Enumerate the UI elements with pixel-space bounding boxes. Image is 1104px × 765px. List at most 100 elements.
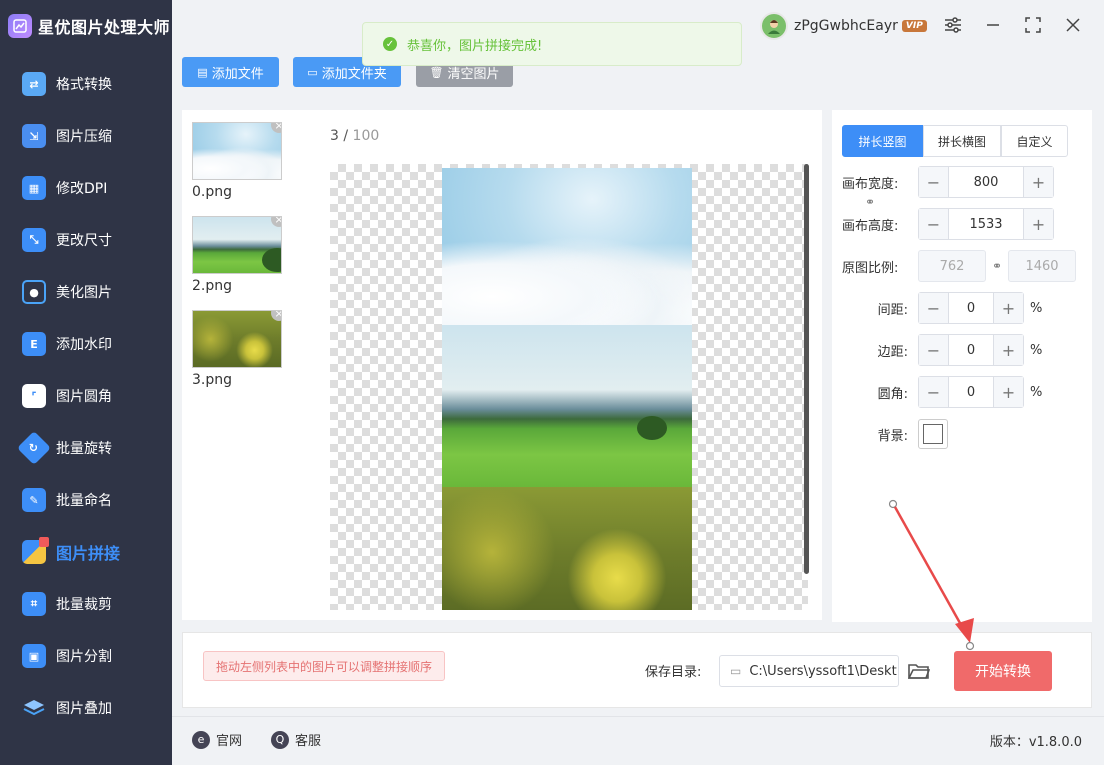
radius-row: 圆角: − 0 + % [842,376,1042,408]
stitched-preview [442,168,692,610]
website-link[interactable]: e 官网 [192,730,242,749]
increment-button[interactable]: + [1023,167,1053,197]
service-link[interactable]: Q 客服 [271,730,321,749]
file-icon: ▤ [197,65,208,79]
tab-vertical[interactable]: 拼长竖图 [842,125,923,157]
browser-icon: e [192,730,210,749]
canvas-height-row: 画布高度: − 1533 + [842,208,1054,240]
sidebar-item-beautify[interactable]: ● 美化图片 [0,266,172,318]
decrement-button[interactable]: − [919,167,949,197]
format-convert-icon: ⇄ [22,72,46,96]
sidebar-item-label: 批量裁剪 [56,597,112,613]
check-circle-icon: ✓ [383,37,397,51]
open-folder-icon[interactable] [907,659,931,683]
remove-icon[interactable]: × [271,217,281,227]
remove-icon[interactable]: × [271,123,281,133]
toast-message: 恭喜你，图片拼接完成! [407,38,543,54]
spacing-row: 间距: − 0 + % [842,292,1042,324]
tab-horizontal[interactable]: 拼长横图 [923,125,1001,157]
output-panel: 拖动左侧列表中的图片可以调整拼接顺序 保存目录: ▭ C:\Users\ysso… [182,632,1092,708]
user-info[interactable]: zPgGwbhcEayr VIP [760,12,927,40]
thumbnail-image: × [192,216,282,274]
increment-button[interactable]: + [1023,209,1053,239]
compress-icon: ⇲ [22,124,46,148]
sidebar-item-rotate[interactable]: ↻ 批量旋转 [0,422,172,474]
minimize-icon[interactable] [982,14,1004,36]
sidebar-item-watermark[interactable]: E 添加水印 [0,318,172,370]
preview-canvas[interactable] [330,164,808,610]
sidebar-item-label: 美化图片 [56,285,112,301]
folder-outline-icon: ▭ [730,664,742,678]
avatar[interactable] [760,12,788,40]
thumbnail-image: × [192,122,282,180]
list-item[interactable]: × 3.png [192,310,284,388]
original-ratio-row: 原图比例: 762 ⚭ 1460 [842,250,1076,282]
username: zPgGwbhcEayr [794,18,898,34]
ratio-label: 原图比例: [842,260,899,276]
sidebar-item-stitch[interactable]: 图片拼接 [0,526,172,578]
list-item[interactable]: × 2.png [192,216,284,294]
close-icon[interactable] [1062,14,1084,36]
sidebar-nav: ⇄ 格式转换 ⇲ 图片压缩 ▦ 修改DPI ⤡ 更改尺寸 ● 美化图片 E 添加… [0,58,172,734]
background-color-picker[interactable] [918,419,948,449]
increment-button[interactable]: + [993,377,1023,407]
save-path-input[interactable]: ▭ C:\Users\yssoft1\Deskt [719,655,899,687]
page-current: 3 [330,128,339,144]
remove-icon[interactable]: × [271,311,281,321]
preview-scrollbar[interactable] [804,164,809,574]
sidebar-item-overlay[interactable]: 图片叠加 [0,682,172,734]
file-list-panel: × 0.png × 2.png × 3.png 3 / 100 [182,110,822,620]
tab-custom[interactable]: 自定义 [1001,125,1068,157]
decrement-button[interactable]: − [919,377,949,407]
sidebar-item-rename[interactable]: ✎ 批量命名 [0,474,172,526]
sidebar-item-label: 格式转换 [56,77,112,93]
footer: e 官网 Q 客服 版本：v1.8.0.0 [172,716,1104,765]
margin-stepper[interactable]: − 0 + [918,334,1024,366]
beautify-icon: ● [22,280,46,304]
spacing-value[interactable]: 0 [949,293,993,323]
settings-icon[interactable] [942,14,964,36]
sidebar-item-split[interactable]: ▣ 图片分割 [0,630,172,682]
maximize-icon[interactable] [1022,14,1044,36]
increment-button[interactable]: + [993,335,1023,365]
add-file-button[interactable]: ▤ 添加文件 [182,57,279,87]
increment-button[interactable]: + [993,293,1023,323]
sidebar-item-label: 批量命名 [56,493,112,509]
spacing-label: 间距: [877,302,908,318]
margin-value[interactable]: 0 [949,335,993,365]
start-convert-button[interactable]: 开始转换 [954,651,1052,691]
preview-image-field [442,325,692,487]
canvas-height-value[interactable]: 1533 [949,209,1023,239]
list-item[interactable]: × 0.png [192,122,284,200]
dpi-icon: ▦ [22,176,46,200]
thumbnail-image: × [192,310,282,368]
decrement-button[interactable]: − [919,335,949,365]
sidebar-item-label: 图片拼接 [56,544,121,563]
decrement-button[interactable]: − [919,209,949,239]
ratio-width-field: 762 [918,250,986,282]
link-icon[interactable]: ⚭ [863,195,877,209]
sidebar-item-resize[interactable]: ⤡ 更改尺寸 [0,214,172,266]
sidebar-item-dpi[interactable]: ▦ 修改DPI [0,162,172,214]
canvas-width-stepper[interactable]: − 800 + [918,166,1054,198]
sidebar-item-label: 图片叠加 [56,701,112,717]
split-icon: ▣ [22,644,46,668]
sidebar-item-compress[interactable]: ⇲ 图片压缩 [0,110,172,162]
percent-unit: % [1030,384,1043,400]
radius-stepper[interactable]: − 0 + [918,376,1024,408]
canvas-height-stepper[interactable]: − 1533 + [918,208,1054,240]
folder-icon: ▭ [307,65,318,79]
layout-tabs: 拼长竖图 拼长横图 自定义 [842,125,1068,157]
sidebar-item-round-corner[interactable]: ⌜ 图片圆角 [0,370,172,422]
sidebar-item-format-convert[interactable]: ⇄ 格式转换 [0,58,172,110]
spacing-stepper[interactable]: − 0 + [918,292,1024,324]
decrement-button[interactable]: − [919,293,949,323]
sidebar-item-label: 批量旋转 [56,441,112,457]
canvas-width-value[interactable]: 800 [949,167,1023,197]
sidebar-item-crop[interactable]: ⌗ 批量裁剪 [0,578,172,630]
margin-row: 边距: − 0 + % [842,334,1042,366]
add-file-label: 添加文件 [211,66,264,82]
sidebar-item-label: 图片分割 [56,649,112,665]
page-separator: / [338,128,353,144]
radius-value[interactable]: 0 [949,377,993,407]
